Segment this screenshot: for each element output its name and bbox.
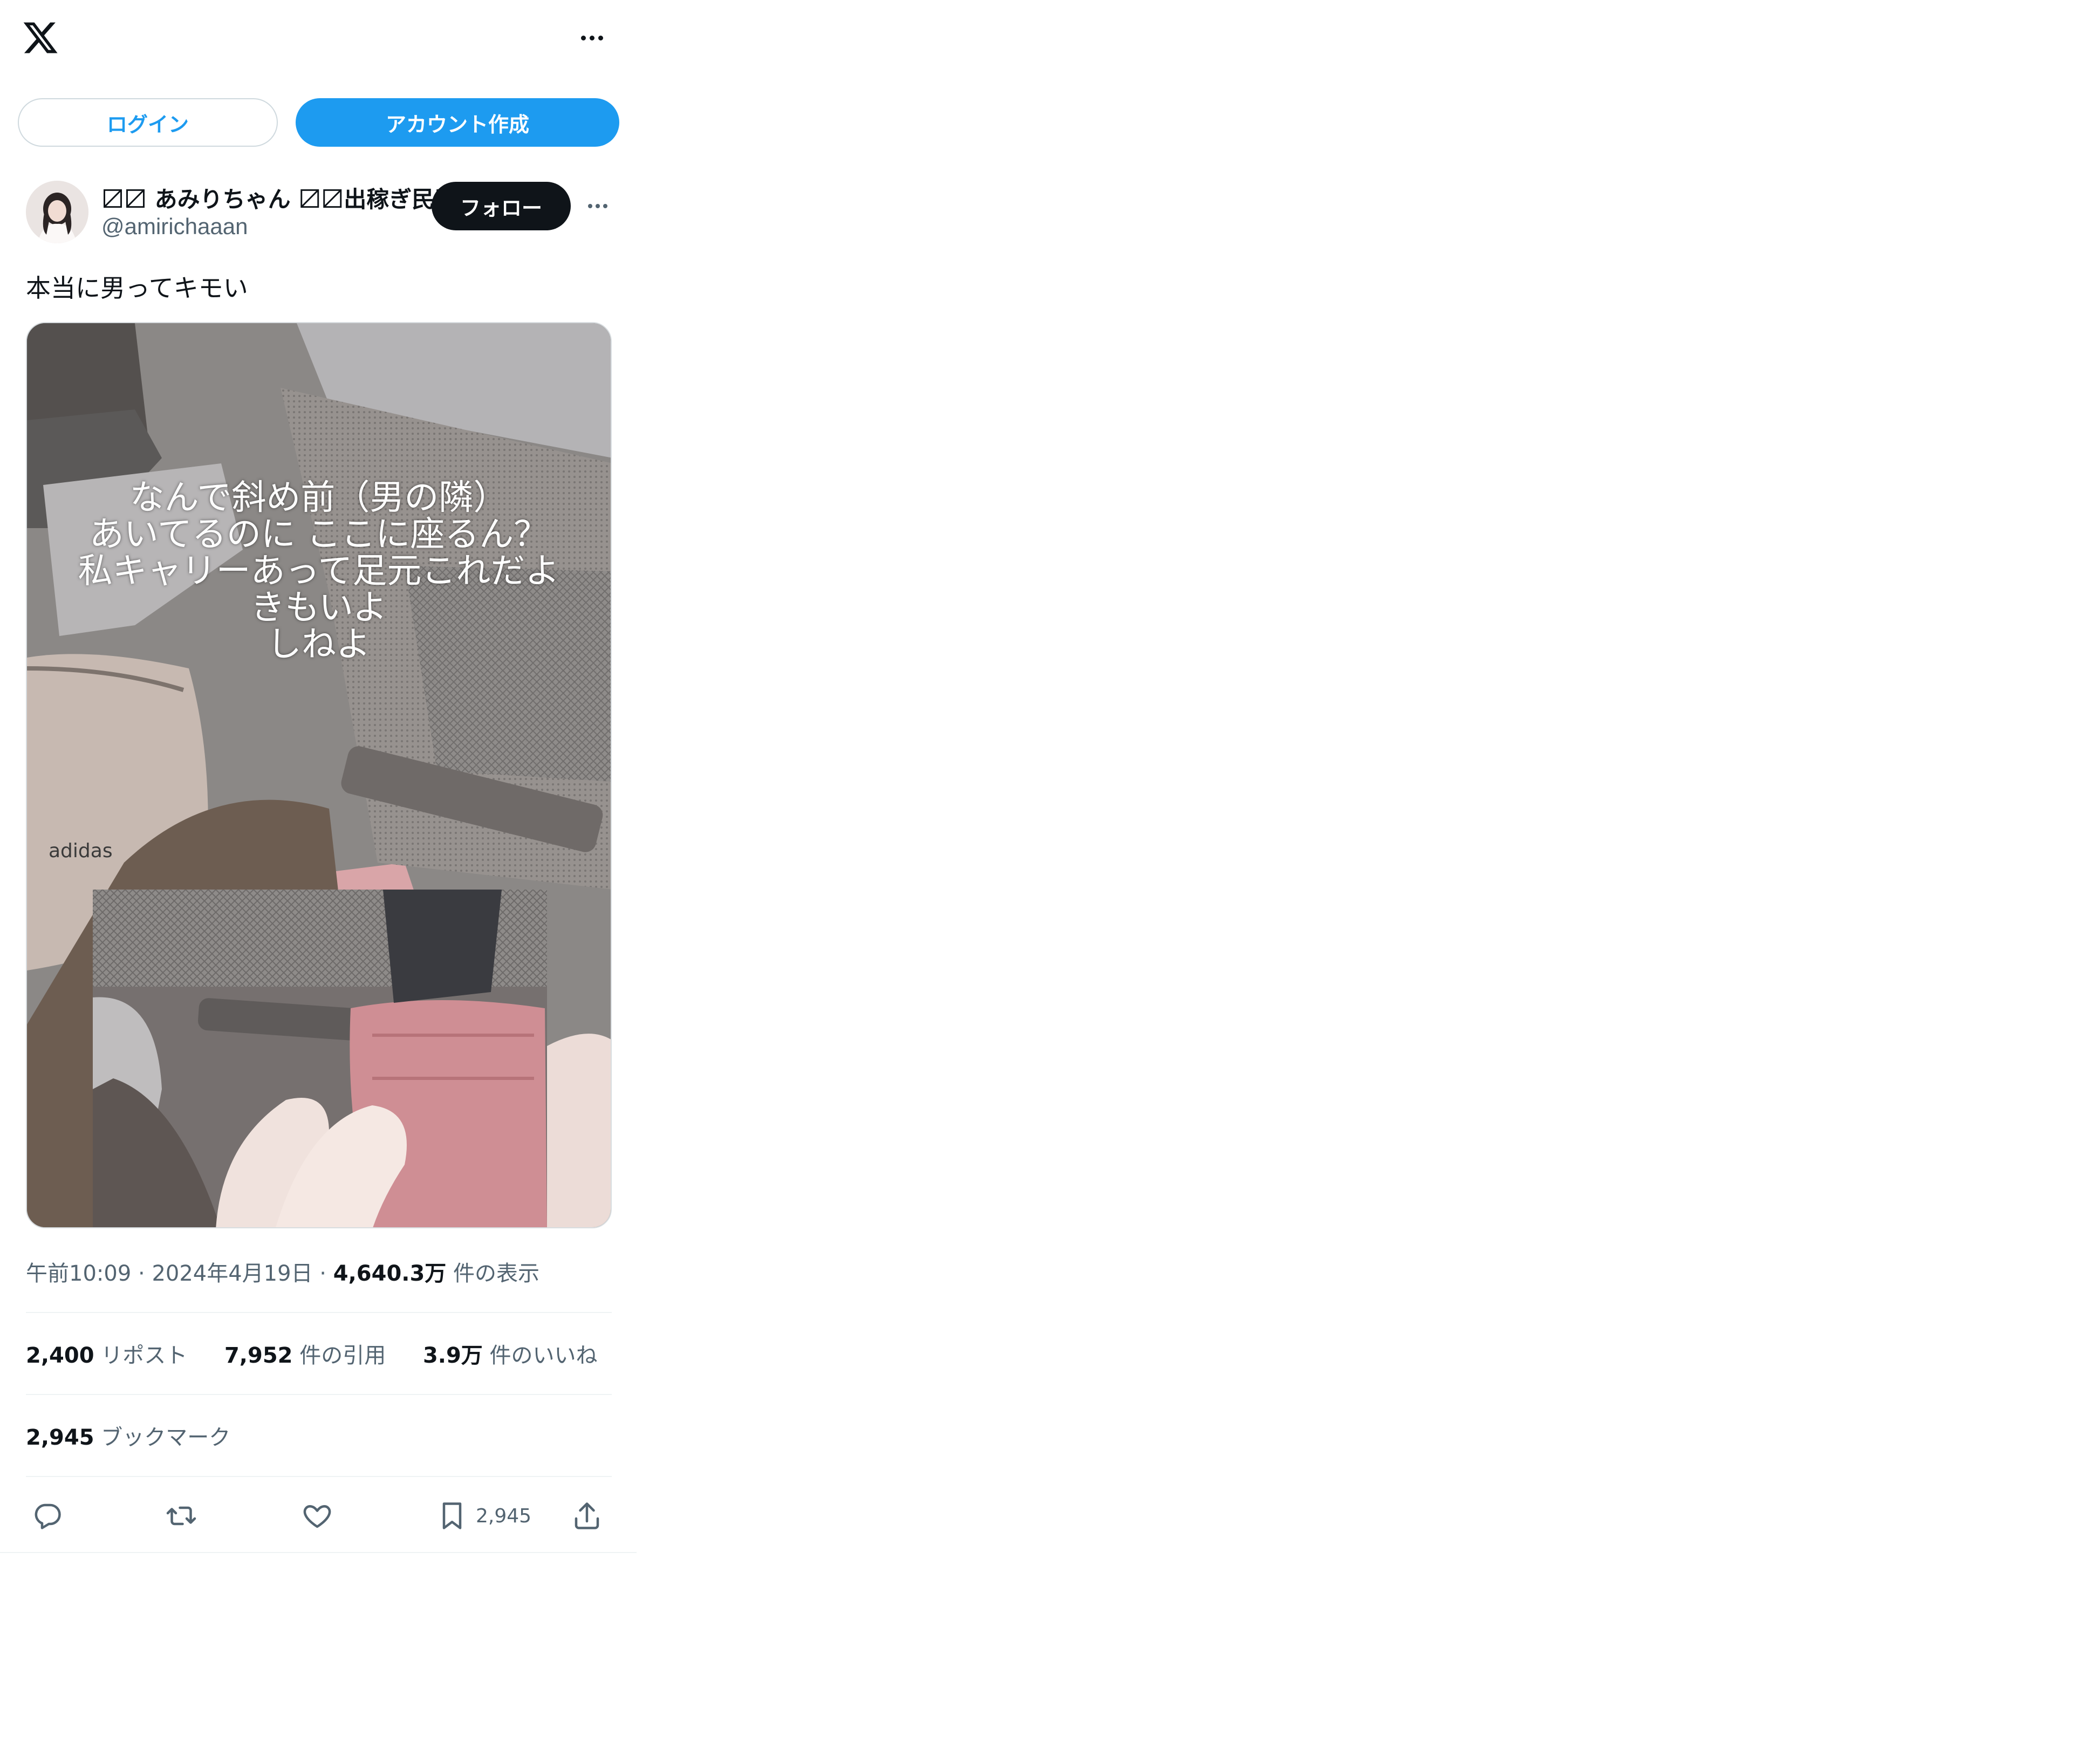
more-horizontal-icon[interactable] xyxy=(583,195,613,217)
tweet-actions: 2,945 xyxy=(26,1494,612,1537)
reply-button[interactable] xyxy=(31,1494,64,1537)
bookmark-button[interactable]: 2,945 xyxy=(436,1494,531,1537)
overlay-line: しねよ xyxy=(267,625,371,665)
follow-button[interactable]: フォロー xyxy=(432,182,571,230)
tweet-meta: 午前10:09 · 2024年4月19日 · 4,640.3万 件の表示 xyxy=(26,1256,539,1287)
likes-stat[interactable]: 3.9万 件のいいね xyxy=(423,1343,598,1368)
tweet-date[interactable]: 2024年4月19日 xyxy=(152,1261,312,1286)
divider xyxy=(26,1476,612,1477)
engagement-stats: 2,400 リポスト 7,952 件の引用 3.9万 件のいいね xyxy=(26,1338,628,1369)
login-button[interactable]: ログイン xyxy=(18,98,278,147)
share-button[interactable] xyxy=(571,1494,603,1537)
brand-logo-text: adidas xyxy=(49,840,113,862)
divider xyxy=(26,1312,612,1313)
views-count: 4,640.3万 xyxy=(333,1261,447,1286)
author-display-name[interactable]: 〼〼 あみりちゃん 〼〼出稼ぎ民〼〼 xyxy=(101,181,480,214)
like-button[interactable] xyxy=(301,1494,333,1537)
repost-icon xyxy=(166,1506,196,1526)
divider xyxy=(0,1552,637,1553)
overlay-line: きもいよ xyxy=(250,588,387,628)
train-seat-photo: adidas xyxy=(27,323,611,1227)
views-label: 件の表示 xyxy=(453,1261,540,1286)
overlay-line: あいてるのに ここに座るん？ xyxy=(89,515,549,555)
reply-icon xyxy=(35,1503,61,1529)
media-overlay-text: なんで斜め前（男の隣） あいてるのに ここに座るん？ 私キャリーあって足元これだ… xyxy=(27,480,611,663)
bookmark-icon xyxy=(442,1502,462,1529)
meta-separator: · xyxy=(131,1261,152,1286)
repost-button[interactable] xyxy=(165,1494,197,1537)
overlay-line: 私キャリーあって足元これだよ xyxy=(78,551,560,591)
tweet-media-image[interactable]: adidas なんで斜め前（男の隣） あいてるのに ここに座るん？ 私キャリーあ… xyxy=(26,322,612,1228)
bookmarks-stat: 2,945 ブックマーク xyxy=(26,1425,231,1450)
bookmark-count: 2,945 xyxy=(476,1505,532,1527)
meta-separator: · xyxy=(312,1261,333,1286)
tweet-text: 本当に男ってキモい xyxy=(26,274,248,303)
share-icon xyxy=(575,1502,599,1529)
avatar[interactable] xyxy=(26,181,88,243)
signup-button[interactable]: アカウント作成 xyxy=(296,98,619,147)
tweet-time[interactable]: 午前10:09 xyxy=(26,1261,131,1286)
author-handle[interactable]: @amirichaaan xyxy=(101,214,248,240)
x-logo-icon[interactable] xyxy=(22,19,59,57)
divider xyxy=(26,1394,612,1395)
overlay-line: なんで斜め前（男の隣） xyxy=(129,478,508,518)
heart-icon xyxy=(303,1505,331,1528)
quotes-stat[interactable]: 7,952 件の引用 xyxy=(224,1343,386,1368)
reposts-stat[interactable]: 2,400 リポスト xyxy=(26,1343,187,1368)
more-horizontal-icon[interactable] xyxy=(573,27,611,49)
